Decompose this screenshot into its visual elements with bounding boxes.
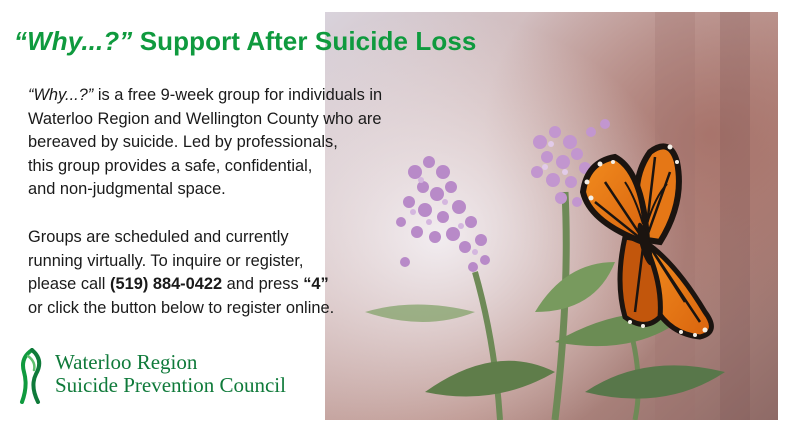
contact-line: please call (519) 884-0422 and press “4” <box>28 273 334 297</box>
group-name: “Why...?” <box>28 86 94 104</box>
description-line: bereaved by suicide. Led by professional… <box>28 133 338 151</box>
logo-text: Waterloo Region Suicide Prevention Counc… <box>55 351 286 397</box>
description-line: and non-judgmental space. <box>28 180 226 198</box>
contact-line: or click the button below to register on… <box>28 298 335 317</box>
description-line: Waterloo Region and Wellington County wh… <box>28 109 382 128</box>
page-title: “Why...?” Support After Suicide Loss <box>14 26 476 57</box>
description-line: “Why...?” is a free 9-week group for ind… <box>28 84 382 108</box>
contact-line: running virtually. To inquire or registe… <box>28 251 304 270</box>
press-key: “4” <box>303 275 329 293</box>
description-text: is a free 9-week group for individuals i… <box>93 86 383 104</box>
logo-line-1: Waterloo Region <box>55 350 198 374</box>
contact-text: please call <box>28 275 111 293</box>
logo-line-2: Suicide Prevention Council <box>55 373 286 397</box>
council-logo: Waterloo Region Suicide Prevention Counc… <box>18 348 298 404</box>
title-italic: “Why...?” <box>14 26 133 56</box>
title-rest: Support After Suicide Loss <box>132 26 477 56</box>
contact-line: Groups are scheduled and currently <box>28 228 289 246</box>
description-line: this group provides a safe, confidential… <box>28 156 313 175</box>
ribbon-logo-icon <box>20 348 42 404</box>
phone-number: (519) 884-0422 <box>110 275 223 293</box>
description-paragraph: “Why...?” is a free 9-week group for ind… <box>28 84 382 202</box>
butterfly-photo <box>325 12 778 420</box>
contact-text: and press <box>222 275 304 293</box>
contact-paragraph: Groups are scheduled and currently runni… <box>28 226 334 320</box>
